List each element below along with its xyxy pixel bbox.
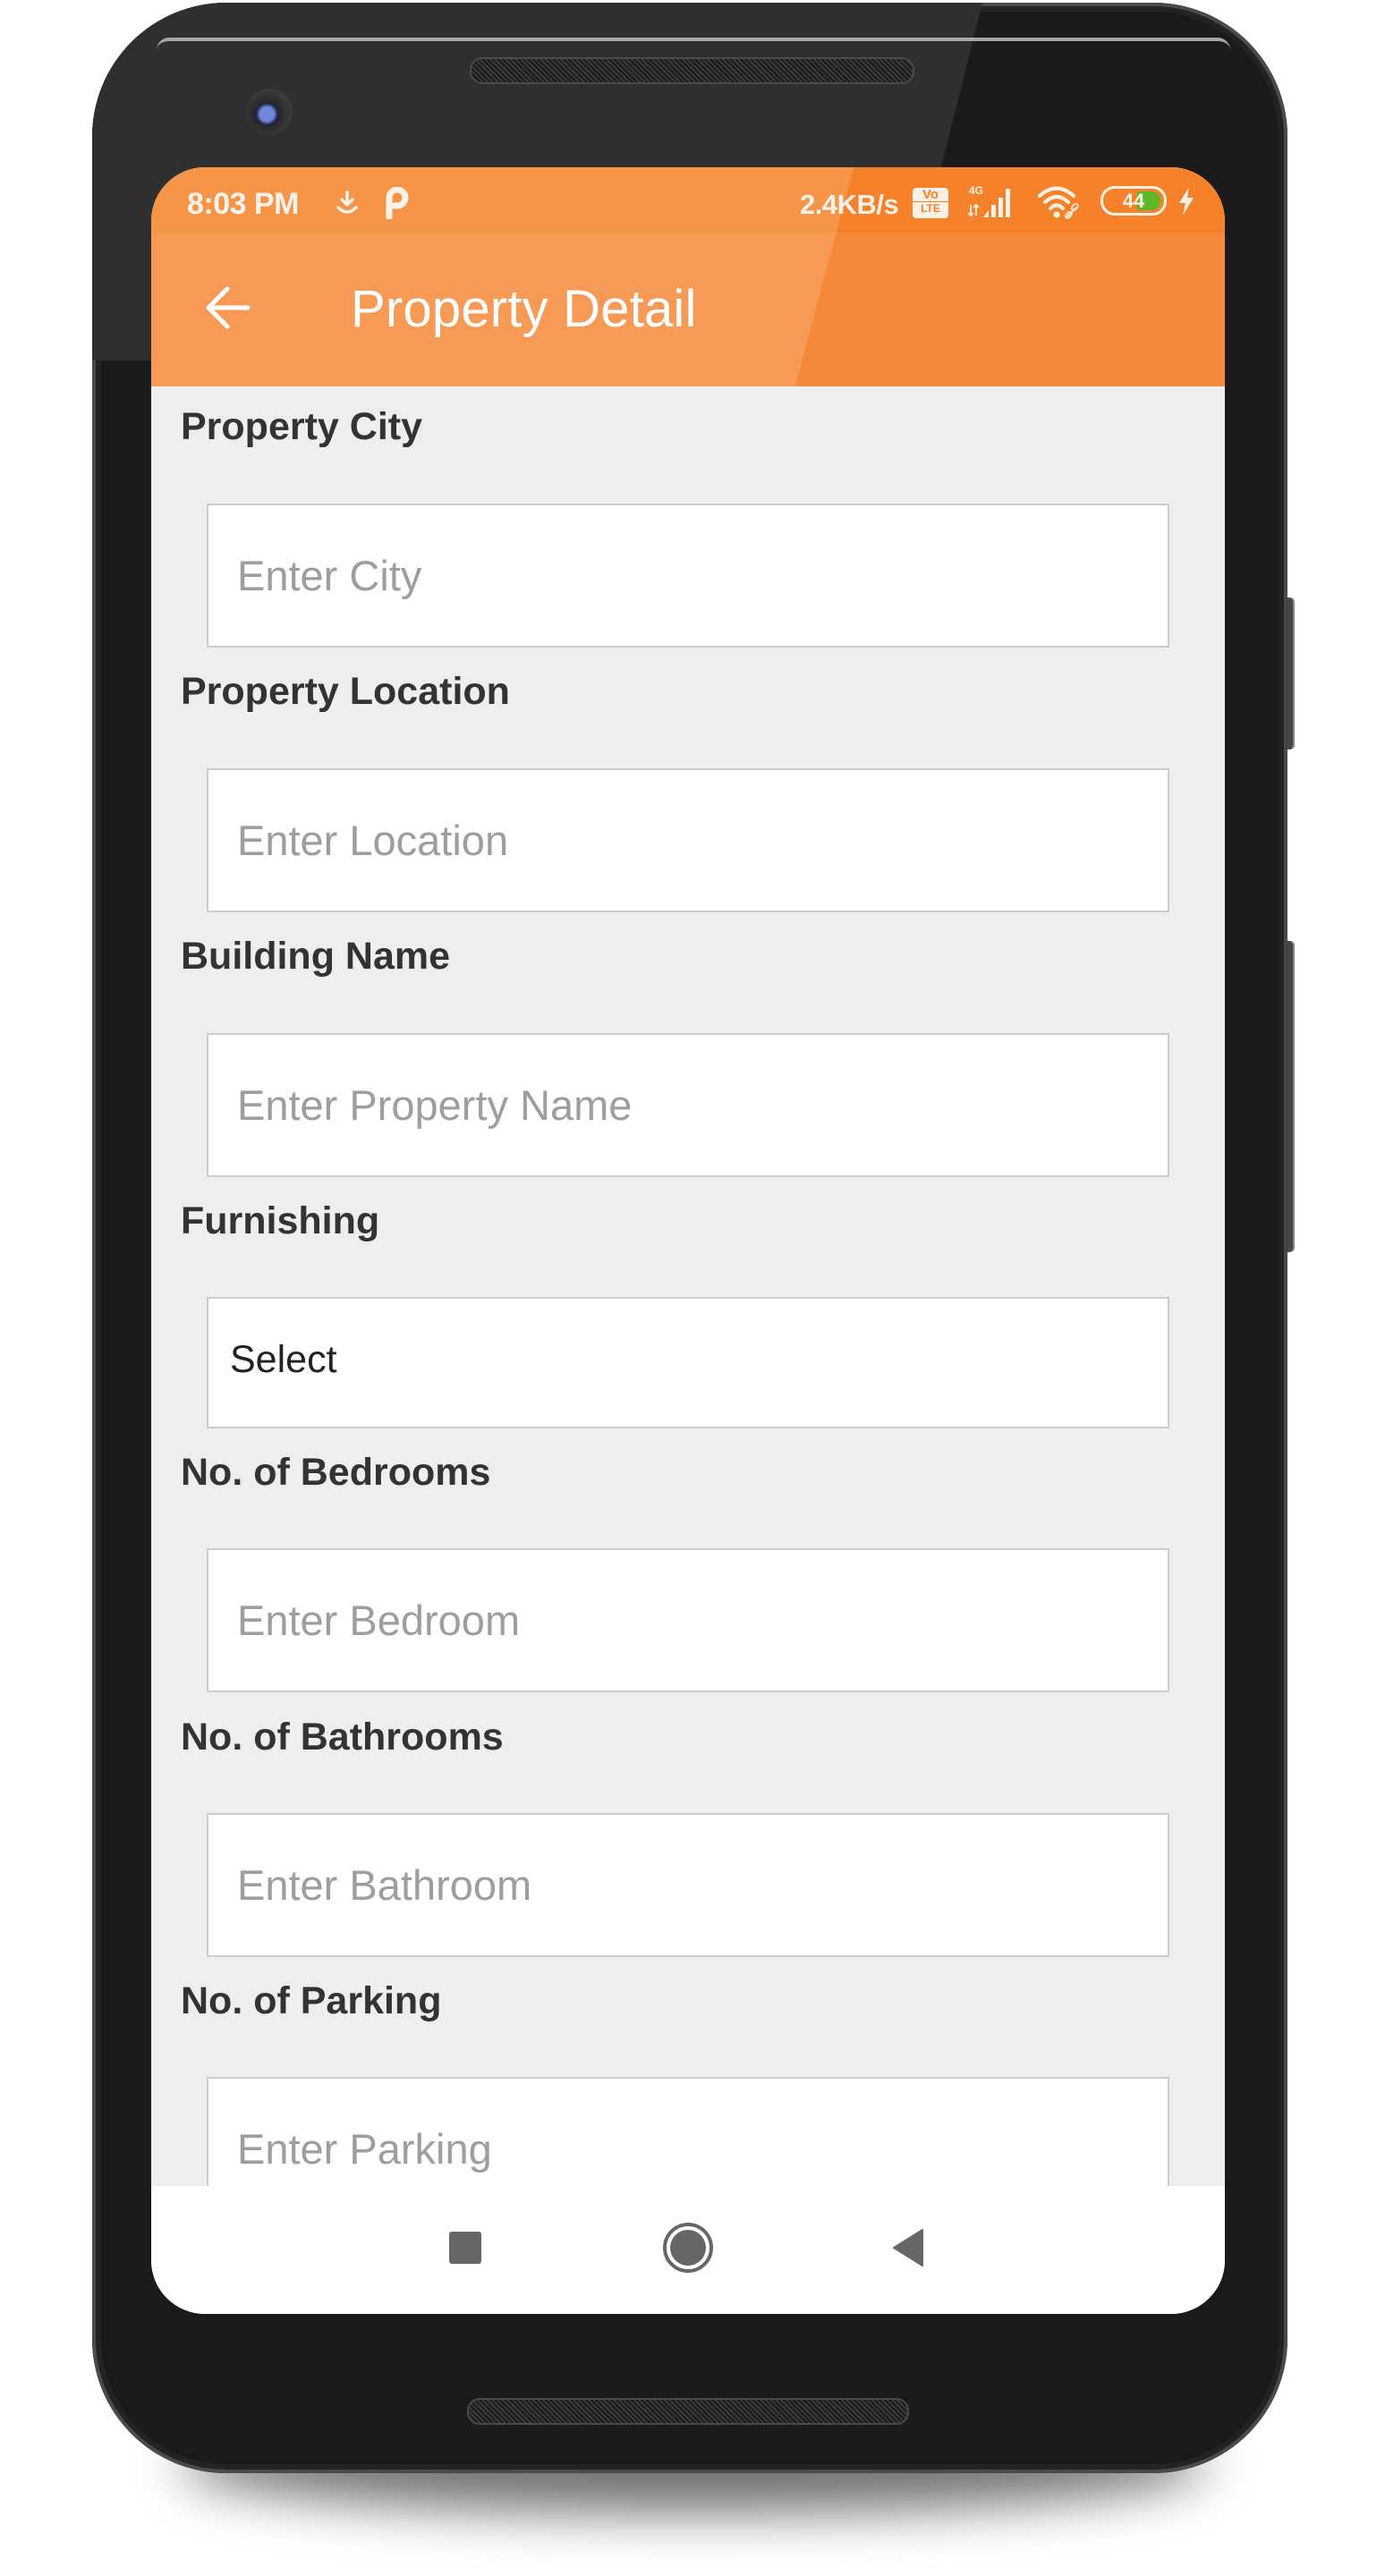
bottom-speaker: [467, 2398, 909, 2425]
field-label: Furnishing: [181, 1199, 380, 1242]
parking-app-icon: [384, 187, 411, 219]
system-back-button[interactable]: [880, 2223, 934, 2276]
building-name-input[interactable]: [208, 1035, 1168, 1175]
home-button[interactable]: [659, 2220, 718, 2279]
phone-top-rim: [157, 38, 1230, 50]
download-icon: [333, 189, 361, 217]
network-speed: 2.4KB/s: [800, 189, 899, 220]
field-label: Property City: [181, 405, 423, 448]
bathrooms-input-box[interactable]: [207, 1813, 1169, 1957]
system-nav-bar: [151, 2186, 1225, 2314]
volume-button: [1285, 941, 1295, 1252]
earpiece-speaker: [470, 57, 914, 84]
furnishing-selected-value: Select: [230, 1338, 337, 1381]
battery-percent-text: 44: [1122, 190, 1145, 212]
back-button[interactable]: [196, 277, 260, 342]
battery-icon: 44: [1100, 186, 1167, 216]
front-camera: [246, 89, 293, 135]
field-label: No. of Bedrooms: [181, 1451, 491, 1494]
volte-icon: Vo LTE: [913, 188, 948, 218]
wifi-icon: [1037, 183, 1082, 221]
city-input[interactable]: [208, 505, 1168, 646]
volte-bottom-text: LTE: [913, 201, 948, 216]
app-bar: Property Detail: [151, 233, 1225, 386]
page-title: Property Detail: [351, 280, 697, 338]
arrow-left-icon: [204, 284, 252, 336]
volte-top-text: Vo: [922, 187, 939, 202]
home-circle-icon: [662, 2222, 714, 2278]
network-type-text: 4G: [969, 184, 983, 197]
bedrooms-input-box[interactable]: [207, 1548, 1169, 1692]
field-label: No. of Bathrooms: [181, 1716, 504, 1758]
power-button: [1285, 597, 1295, 750]
back-triangle-icon: [889, 2228, 925, 2271]
status-time: 8:03 PM: [187, 187, 300, 221]
bathrooms-input[interactable]: [208, 1815, 1168, 1955]
location-input-box[interactable]: [207, 768, 1169, 912]
building-name-input-box[interactable]: [207, 1033, 1169, 1177]
phone-screen: 8:03 PM 2.4KB/s Vo LTE 4G 44 Property De…: [151, 167, 1225, 2314]
city-input-box[interactable]: [207, 504, 1169, 648]
signal-icon: 4G: [967, 183, 1021, 221]
field-label: Property Location: [181, 670, 510, 713]
field-label: No. of Parking: [181, 1979, 442, 2022]
furnishing-select[interactable]: Select: [207, 1297, 1169, 1428]
bedrooms-input[interactable]: [208, 1550, 1168, 1690]
recents-square-icon: [448, 2231, 482, 2269]
field-label: Building Name: [181, 935, 451, 978]
recents-button[interactable]: [438, 2223, 492, 2276]
status-bar: 8:03 PM 2.4KB/s Vo LTE 4G 44: [151, 167, 1225, 233]
location-input[interactable]: [208, 770, 1168, 911]
charging-icon: [1177, 185, 1196, 217]
